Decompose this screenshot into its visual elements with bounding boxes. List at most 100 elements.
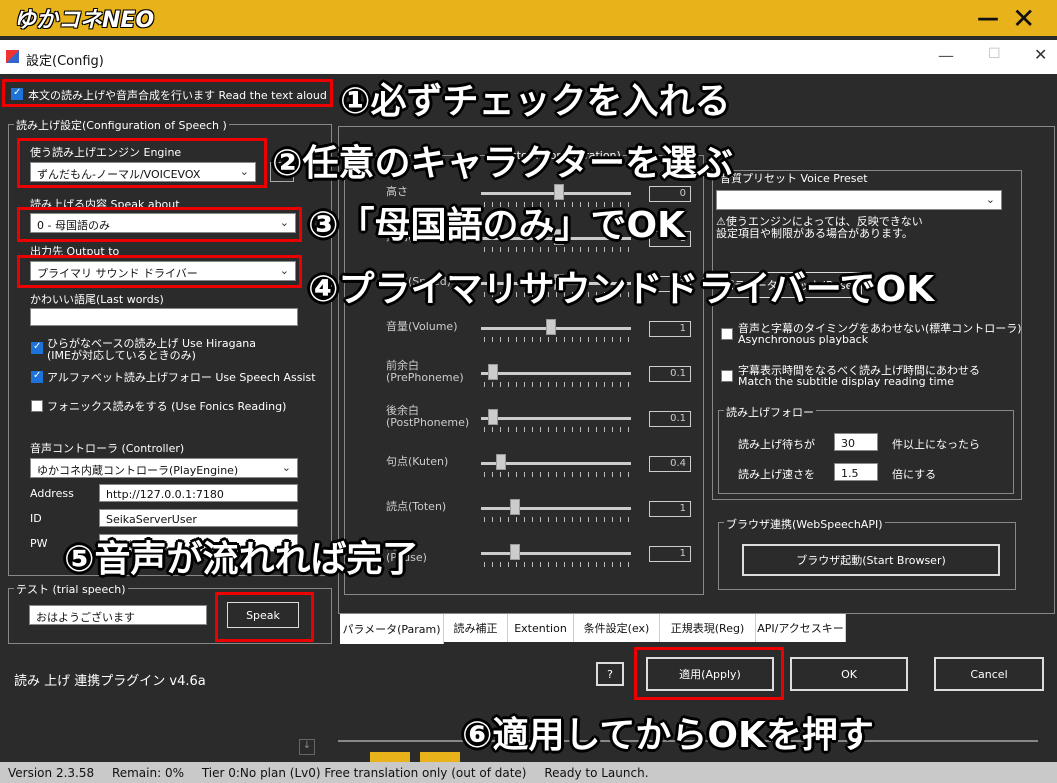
highlight-speak [215,592,314,642]
param-row: 句点(Kuten) 0.4 [346,450,704,490]
param-label: 読点(Toten) [386,500,447,513]
param-value-input[interactable]: 1 [649,321,691,337]
annotation-1: ①必ずチェックを入れる [340,81,731,122]
controller-label: 音声コントローラ (Controller) [30,442,185,455]
annotation-3: ③「母国語のみ」でOK [308,205,685,246]
id-input[interactable]: SeikaServerUser [99,509,298,527]
param-slider-ticks [484,337,632,342]
voice-preset-label: 音質プリセット Voice Preset [720,172,868,185]
param-value-input[interactable]: 0.4 [649,456,691,472]
follow-speed-suffix: 倍にする [892,468,937,481]
cancel-button[interactable]: Cancel [934,657,1044,691]
controller-select[interactable]: ゆかコネ内蔵コントローラ(PlayEngine) ⌄ [30,458,298,478]
param-value-input[interactable]: 0.1 [649,366,691,382]
annotation-4: ④プライマリサウンドドライバーでOK [308,269,935,310]
tab-strip: パラメータ(Param) 読み補正 Extention 条件設定(ex) 正規表現(Re… [340,614,846,644]
speech-config-title: 読み上げ設定(Configuration of Speech ) [14,117,229,133]
param-label: 句点(Kuten) [386,455,449,468]
param-row: 音量(Volume) 1 [346,315,704,355]
follow-speed-label: 読み上げ速さを [738,468,815,481]
down-arrow-icon[interactable]: ↓ [299,739,315,755]
param-value-input[interactable]: 1 [649,501,691,517]
param-slider-thumb[interactable] [546,319,557,335]
highlight-speak-about [17,207,302,242]
app-minimize-button[interactable]: — [977,6,999,31]
follow-speed-input[interactable]: 1.5 [834,463,878,481]
follow-title: 読み上げフォロー [724,404,816,420]
param-slider-thumb[interactable] [495,454,506,470]
tab-2[interactable]: Extention [508,614,574,642]
param-slider-thumb[interactable] [488,409,499,425]
param-slider-ticks [484,517,632,522]
param-label: 後余白 (PostPhoneme) [386,404,470,429]
background-block [420,752,460,762]
app-title: ゆかコネNEO [14,8,155,33]
app-icon [6,50,19,63]
param-row: 読点(Toten) 1 [346,495,704,535]
app-title-bar [0,0,1057,36]
address-label: Address [30,487,74,500]
param-row: 前余白 (PrePhoneme) 0.1 [346,360,704,400]
highlight-engine [17,138,267,188]
param-slider-ticks [484,472,632,477]
ok-button[interactable]: OK [790,657,908,691]
status-version: Version 2.3.58 [8,766,95,780]
pw-label: PW [30,537,48,550]
subtitle-sub-label: Match the subtitle display reading time [738,375,954,388]
trial-title: テスト (trial speech) [14,581,128,597]
tab-0[interactable]: パラメータ(Param) [340,614,444,644]
param-slider-track[interactable] [481,507,631,510]
tab-4[interactable]: 正規表現(Reg) [660,614,756,642]
param-value-input[interactable]: 0.1 [649,411,691,427]
param-slider-track[interactable] [481,552,631,555]
async-checkbox[interactable] [721,328,733,340]
follow-wait-input[interactable]: 30 [834,433,878,451]
param-row: 後余白 (PostPhoneme) 0.1 [346,405,704,445]
voice-preset-select[interactable]: ⌄ [716,190,1002,210]
param-slider-ticks [484,562,632,567]
preset-warning: ⚠使うエンジンによっては、反映できない 設定項目や制限がある場合があります。 [716,215,923,240]
param-slider-thumb[interactable] [510,499,520,515]
fonics-checkbox[interactable] [31,400,43,412]
annotation-2: ②任意のキャラクターを選ぶ [272,143,734,184]
tab-5[interactable]: API/アクセスキー [756,614,846,642]
param-slider-thumb[interactable] [510,544,520,560]
dialog-title-bar: 設定(Config) — ☐ ✕ [0,40,1057,74]
dialog-title: 設定(Config) [26,54,104,69]
status-ready: Ready to Launch. [544,766,649,780]
param-slider-ticks [484,382,632,387]
trial-text-input[interactable]: おはようございます [29,605,207,625]
tab-3[interactable]: 条件設定(ex) [574,614,660,642]
subtitle-checkbox[interactable] [721,370,733,382]
dialog-minimize-button[interactable]: — [938,46,954,65]
address-input[interactable]: http://127.0.0.1:7180 [99,484,298,502]
param-slider-thumb[interactable] [488,364,499,380]
last-words-input[interactable] [30,308,298,326]
chevron-down-icon: ⌄ [281,461,291,474]
speech-assist-label: アルファベット読み上げフォロー Use Speech Assist [47,371,316,384]
controller-value: ゆかコネ内蔵コントローラ(PlayEngine) [37,464,239,477]
speech-assist-checkbox[interactable] [31,370,43,383]
follow-wait-suffix: 件以上になったら [892,438,980,451]
last-words-label: かわいい語尾(Last words) [30,293,164,306]
plugin-version: 読み 上げ 連携プラグイン v4.6a [14,674,206,689]
background-block [370,752,410,762]
param-slider-track[interactable] [481,417,631,420]
fonics-label: フォニックス読みをする (Use Fonics Reading) [47,400,287,413]
hiragana-sub-label: (IMEが対応しているときのみ) [47,349,196,362]
param-slider-track[interactable] [481,372,631,375]
browser-title: ブラウザ連携(WebSpeechAPI) [724,516,885,532]
dialog-maximize-button[interactable]: ☐ [988,46,1001,62]
hiragana-checkbox[interactable] [31,341,43,354]
tab-1[interactable]: 読み補正 [444,614,508,642]
status-remain: Remain: 0% [111,766,184,780]
param-label: 音量(Volume) [386,320,458,333]
start-browser-button[interactable]: ブラウザ起動(Start Browser) [742,544,1000,576]
follow-wait-label: 読み上げ待ちが [738,438,815,451]
dialog-close-button[interactable]: ✕ [1034,45,1047,64]
help-button[interactable]: ? [596,662,624,686]
annotation-5: ⑤音声が流れれば完了 [64,539,419,580]
app-close-button[interactable]: ✕ [1012,2,1038,35]
param-value-input[interactable]: 1 [649,546,691,562]
status-tier: Tier 0:No plan (Lv0) Free translation on… [201,766,527,780]
